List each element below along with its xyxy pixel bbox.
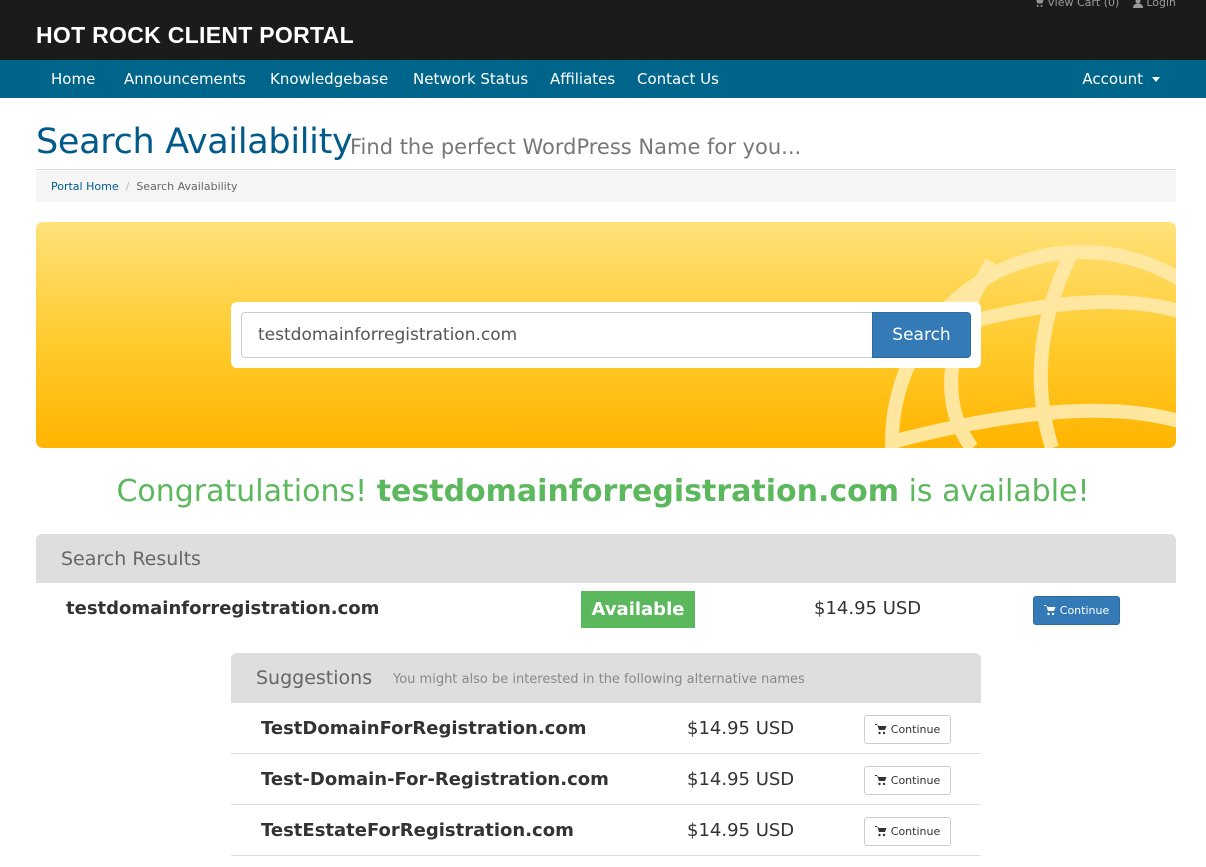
continue-label: Continue: [1059, 604, 1110, 617]
login-link[interactable]: Login: [1133, 0, 1176, 9]
page-header: Search Availability Find the perfect Wor…: [36, 120, 1176, 170]
message-domain: testdomainforregistration.com: [376, 474, 900, 509]
continue-label: Continue: [890, 774, 941, 787]
account-dropdown[interactable]: Account: [1082, 70, 1160, 88]
shopping-cart-icon: [1036, 0, 1044, 7]
search-button[interactable]: Search: [872, 312, 971, 358]
continue-label: Continue: [890, 825, 941, 838]
brand-logo-text[interactable]: HOT ROCK CLIENT PORTAL: [36, 22, 354, 49]
search-results-header: Search Results: [36, 534, 1176, 583]
suggestions-title: Suggestions: [256, 667, 373, 689]
top-header: HOT ROCK CLIENT PORTAL View Cart (0) Log…: [0, 0, 1206, 60]
nav-affiliates[interactable]: Affiliates: [550, 70, 615, 88]
suggestion-continue-button[interactable]: Continue: [864, 817, 951, 846]
breadcrumb-portal-home[interactable]: Portal Home: [51, 180, 119, 193]
search-box: Search: [231, 302, 981, 368]
status-badge: Available: [581, 591, 695, 628]
suggestions-subtitle: You might also be interested in the foll…: [393, 672, 805, 687]
shopping-cart-icon: [874, 775, 887, 786]
result-domain-name: testdomainforregistration.com: [66, 598, 380, 619]
suggestion-price: $14.95 USD: [687, 769, 795, 790]
suggestion-domain-name: TestDomainForRegistration.com: [261, 718, 587, 739]
shopping-cart-icon: [1043, 605, 1056, 616]
view-cart-label: View Cart (0): [1047, 0, 1120, 9]
nav-home[interactable]: Home: [51, 70, 95, 88]
availability-message: Congratulations! testdomainforregistrati…: [0, 474, 1206, 509]
message-suffix: is available!: [899, 474, 1090, 509]
view-cart-link[interactable]: View Cart (0): [1034, 0, 1119, 9]
page-title: Search Availability: [36, 122, 353, 162]
suggestion-continue-button[interactable]: Continue: [864, 715, 951, 744]
suggestion-domain-name: Test-Domain-For-Registration.com: [261, 769, 609, 790]
nav-knowledgebase[interactable]: Knowledgebase: [270, 70, 388, 88]
suggestion-row: Test-Domain-For-Registration.com $14.95 …: [231, 754, 981, 805]
top-links: View Cart (0) Login: [1034, 0, 1176, 9]
result-price: $14.95 USD: [814, 598, 922, 619]
breadcrumb: Portal Home / Search Availability: [36, 171, 1176, 202]
message-prefix: Congratulations!: [116, 474, 377, 509]
suggestion-continue-button[interactable]: Continue: [864, 766, 951, 795]
suggestion-row: TestDomainForRegistration.com $14.95 USD…: [231, 703, 981, 754]
login-label: Login: [1146, 0, 1176, 9]
suggestion-domain-name: TestEstateForRegistration.com: [261, 820, 574, 841]
account-label: Account: [1082, 70, 1143, 88]
shopping-cart-icon: [874, 826, 887, 837]
search-results-title: Search Results: [61, 548, 201, 570]
suggestion-price: $14.95 USD: [687, 718, 795, 739]
main-navbar: Home Announcements Knowledgebase Network…: [0, 60, 1206, 98]
breadcrumb-current: Search Availability: [136, 180, 238, 193]
nav-contact-us[interactable]: Contact Us: [637, 70, 719, 88]
domain-search-input[interactable]: [241, 312, 873, 358]
suggestions-header: Suggestions You might also be interested…: [231, 653, 981, 703]
breadcrumb-separator: /: [125, 180, 130, 193]
user-icon: [1133, 0, 1144, 8]
result-continue-button[interactable]: Continue: [1033, 596, 1120, 625]
shopping-cart-icon: [874, 724, 887, 735]
nav-network-status[interactable]: Network Status: [413, 70, 528, 88]
page-subtitle: Find the perfect WordPress Name for you.…: [350, 135, 802, 159]
domain-search-hero: Search: [36, 222, 1176, 448]
continue-label: Continue: [890, 723, 941, 736]
nav-announcements[interactable]: Announcements: [124, 70, 246, 88]
suggestion-row: TestEstateForRegistration.com $14.95 USD…: [231, 805, 981, 856]
suggestion-price: $14.95 USD: [687, 820, 795, 841]
caret-down-icon: [1152, 76, 1160, 82]
